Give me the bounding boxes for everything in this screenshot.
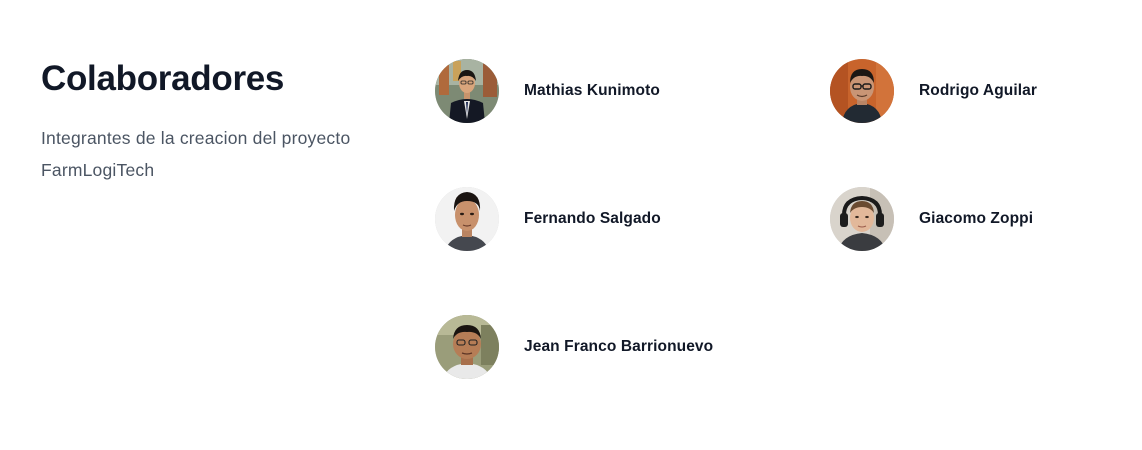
member-name: Fernando Salgado <box>524 210 661 227</box>
avatar <box>435 59 499 123</box>
team-member: Mathias Kunimoto <box>435 59 660 123</box>
team-member: Fernando Salgado <box>435 187 661 251</box>
team-intro: Colaboradores Integrantes de la creacion… <box>41 58 411 186</box>
section-description: Integrantes de la creacion del proyecto … <box>41 128 351 180</box>
member-name: Rodrigo Aguilar <box>919 82 1038 99</box>
team-member: Rodrigo Aguilar <box>830 59 1037 123</box>
member-name: Jean Franco Barrionuevo <box>524 338 714 355</box>
team-section: Colaboradores Integrantes de la creacion… <box>0 0 1142 450</box>
member-name: Giacomo Zoppi <box>919 210 1034 227</box>
avatar <box>830 187 894 251</box>
user-photo-avatar-icon <box>435 59 499 123</box>
avatar <box>435 187 499 251</box>
team-member: Jean Franco Barrionuevo <box>435 315 713 379</box>
avatar <box>435 315 499 379</box>
user-photo-avatar-icon <box>435 315 499 379</box>
user-photo-avatar-icon <box>435 187 499 251</box>
member-name: Mathias Kunimoto <box>524 82 660 99</box>
user-photo-avatar-icon <box>830 59 894 123</box>
user-photo-avatar-icon <box>830 187 894 251</box>
avatar <box>830 59 894 123</box>
section-title: Colaboradores <box>41 59 285 98</box>
team-member: Giacomo Zoppi <box>830 187 1033 251</box>
